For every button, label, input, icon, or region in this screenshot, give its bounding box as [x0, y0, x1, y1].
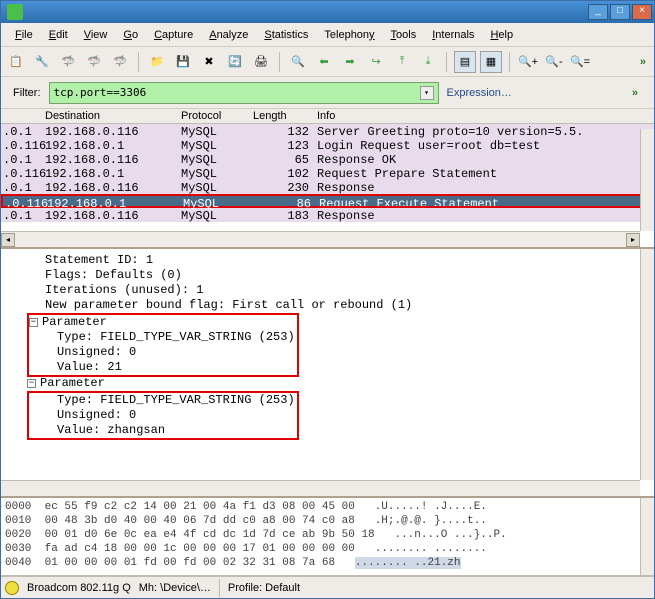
menu-statistics[interactable]: Statistics: [256, 27, 316, 43]
detail-iterations[interactable]: Iterations (unused): 1: [3, 283, 652, 298]
filter-input[interactable]: tcp.port==3306 ▾: [49, 82, 439, 104]
packet-rows: .0.1192.168.0.116MySQL132Server Greeting…: [1, 124, 654, 222]
packet-row[interactable]: .0.116192.168.0.1MySQL102Request Prepare…: [1, 166, 654, 180]
zoom-in-icon[interactable]: 🔍+: [517, 51, 539, 73]
filter-dropdown-icon[interactable]: ▾: [420, 86, 434, 100]
minimize-button[interactable]: _: [588, 4, 608, 20]
status-adapter: Broadcom 802.11g Q: [27, 582, 131, 594]
filter-overflow[interactable]: »: [628, 87, 642, 99]
stop-capture-icon[interactable]: 🦈: [83, 51, 105, 73]
detail-parameter-node[interactable]: −Parameter: [29, 315, 295, 330]
restart-capture-icon[interactable]: 🦈: [109, 51, 131, 73]
packet-row[interactable]: .0.116192.168.0.1MySQL123Login Request u…: [1, 138, 654, 152]
column-protocol[interactable]: Protocol: [179, 109, 251, 123]
app-icon: [7, 4, 23, 20]
menu-file[interactable]: File: [7, 27, 41, 43]
scroll-right-icon[interactable]: ▸: [626, 233, 640, 247]
goto-last-icon[interactable]: ⤓: [417, 51, 439, 73]
close-file-icon[interactable]: ✖: [198, 51, 220, 73]
menu-capture[interactable]: Capture: [146, 27, 201, 43]
tree-collapse-icon[interactable]: −: [29, 318, 38, 327]
status-indicator-icon: [5, 581, 19, 595]
goto-first-icon[interactable]: ⤒: [391, 51, 413, 73]
hex-row[interactable]: 0020 00 01 d0 6e 0c ea e4 4f cd dc 1d 7d…: [5, 528, 650, 542]
detail-param-value[interactable]: Value: zhangsan: [29, 423, 295, 438]
detail-param-unsigned[interactable]: Unsigned: 0: [29, 408, 295, 423]
autoscroll-toggle[interactable]: ▦: [480, 51, 502, 73]
menu-internals[interactable]: Internals: [424, 27, 482, 43]
detail-param-unsigned[interactable]: Unsigned: 0: [29, 345, 295, 360]
reload-icon[interactable]: 🔄: [224, 51, 246, 73]
detail-param-value[interactable]: Value: 21: [29, 360, 295, 375]
filter-label: Filter:: [13, 87, 41, 99]
column-destination[interactable]: Destination: [43, 109, 179, 123]
detail-new-param-flag[interactable]: New parameter bound flag: First call or …: [3, 298, 652, 313]
options-icon[interactable]: 🔧: [31, 51, 53, 73]
open-file-icon[interactable]: 📁: [146, 51, 168, 73]
column-info[interactable]: Info: [311, 109, 654, 123]
packet-row[interactable]: .0.1192.168.0.116MySQL230Response: [1, 180, 654, 194]
colorize-toggle[interactable]: ▤: [454, 51, 476, 73]
hex-row[interactable]: 0000 ec 55 f9 c2 c2 14 00 21 00 4a f1 d3…: [5, 500, 650, 514]
titlebar: _ □ ×: [1, 1, 654, 23]
menu-edit[interactable]: Edit: [41, 27, 76, 43]
back-icon[interactable]: ⬅: [313, 51, 335, 73]
packet-row[interactable]: .0.1192.168.0.116MySQL65Response OK: [1, 152, 654, 166]
start-capture-icon[interactable]: 🦈: [57, 51, 79, 73]
menu-go[interactable]: Go: [115, 27, 146, 43]
menu-telephony[interactable]: Telephony: [316, 27, 382, 43]
save-file-icon[interactable]: 💾: [172, 51, 194, 73]
print-icon[interactable]: 🖨: [250, 51, 272, 73]
status-profile: Profile: Default: [228, 582, 300, 594]
detail-statement-id[interactable]: Statement ID: 1: [3, 253, 652, 268]
packet-details-pane: Statement ID: 1 Flags: Defaults (0) Iter…: [1, 249, 654, 498]
packet-list-hscroll[interactable]: ◂ ▸: [1, 231, 640, 247]
menu-view[interactable]: View: [76, 27, 116, 43]
status-device: Mh: \Device\…: [139, 582, 211, 594]
detail-param-type[interactable]: Type: FIELD_TYPE_VAR_STRING (253): [29, 393, 295, 408]
detail-flags[interactable]: Flags: Defaults (0): [3, 268, 652, 283]
detail-param-type[interactable]: Type: FIELD_TYPE_VAR_STRING (253): [29, 330, 295, 345]
scroll-left-icon[interactable]: ◂: [1, 233, 15, 247]
tree-collapse-icon[interactable]: −: [27, 379, 36, 388]
toolbar: 📋 🔧 🦈 🦈 🦈 📁 💾 ✖ 🔄 🖨 🔍 ⬅ ➡ ↪ ⤒ ⤓ ▤ ▦ 🔍+ 🔍…: [1, 47, 654, 77]
forward-icon[interactable]: ➡: [339, 51, 361, 73]
maximize-button[interactable]: □: [610, 4, 630, 20]
hex-dump-pane: 0000 ec 55 f9 c2 c2 14 00 21 00 4a f1 d3…: [1, 498, 654, 576]
find-icon[interactable]: 🔍: [287, 51, 309, 73]
expression-link[interactable]: Expression…: [447, 87, 512, 99]
interfaces-icon[interactable]: 📋: [5, 51, 27, 73]
zoom-out-icon[interactable]: 🔍-: [543, 51, 565, 73]
details-vscroll[interactable]: [640, 249, 654, 480]
statusbar: Broadcom 802.11g Q Mh: \Device\… Profile…: [1, 576, 654, 598]
packet-row[interactable]: .0.1192.168.0.116MySQL132Server Greeting…: [1, 124, 654, 138]
packet-row[interactable]: .0.1192.168.0.116MySQL183Response: [1, 208, 654, 222]
app-window: _ □ × File Edit View Go Capture Analyze …: [0, 0, 655, 599]
hex-vscroll[interactable]: [640, 498, 654, 575]
hex-row[interactable]: 0010 00 48 3b d0 40 00 40 06 7d dd c0 a8…: [5, 514, 650, 528]
packet-row-selected[interactable]: .0.116192.168.0.1MySQL86Request Execute …: [1, 194, 654, 208]
menubar: File Edit View Go Capture Analyze Statis…: [1, 23, 654, 47]
filter-bar: Filter: tcp.port==3306 ▾ Expression… »: [1, 77, 654, 109]
hex-row[interactable]: 0040 01 00 00 00 01 fd 00 fd 00 02 32 31…: [5, 556, 650, 570]
menu-help[interactable]: Help: [482, 27, 521, 43]
menu-tools[interactable]: Tools: [383, 27, 425, 43]
details-hscroll[interactable]: [1, 480, 640, 496]
menu-analyze[interactable]: Analyze: [201, 27, 256, 43]
packet-list-pane: Destination Protocol Length Info .0.1192…: [1, 109, 654, 249]
detail-parameter-node[interactable]: −Parameter: [3, 376, 652, 391]
jump-icon[interactable]: ↪: [365, 51, 387, 73]
toolbar-overflow[interactable]: »: [636, 56, 650, 68]
packet-list-vscroll[interactable]: [640, 129, 654, 231]
zoom-reset-icon[interactable]: 🔍=: [569, 51, 591, 73]
close-button[interactable]: ×: [632, 4, 652, 20]
column-length[interactable]: Length: [251, 109, 311, 123]
hex-row[interactable]: 0030 fa ad c4 18 00 00 1c 00 00 00 17 01…: [5, 542, 650, 556]
